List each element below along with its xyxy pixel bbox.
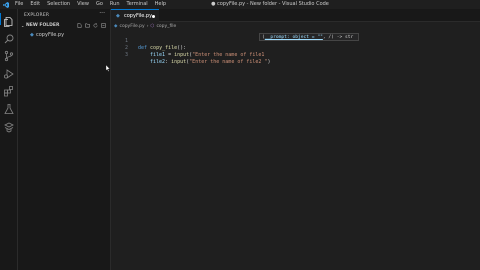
folder-header[interactable]: ⌄ NEW FOLDER: [18, 22, 110, 30]
explorer-title: EXPLORER: [24, 13, 50, 18]
breadcrumb-symbol[interactable]: copy_file: [156, 23, 176, 30]
title-bar: File Edit Selection View Go Run Terminal…: [0, 0, 480, 9]
mouse-pointer-icon: [106, 65, 110, 72]
testing-icon[interactable]: [3, 100, 15, 114]
new-folder-icon[interactable]: [85, 23, 90, 28]
editor-tabs: ◆ copyFile.py: [111, 9, 480, 22]
search-icon[interactable]: [3, 30, 15, 44]
explorer-icon[interactable]: [0, 13, 15, 27]
remote-explorer-icon[interactable]: [3, 118, 15, 133]
refresh-icon[interactable]: [93, 23, 98, 28]
line-number: 3: [124, 52, 128, 58]
function-symbol-icon: ⬡: [150, 24, 155, 29]
tab-copyfile[interactable]: ◆ copyFile.py: [111, 9, 159, 22]
file-name: copyFile.py: [36, 32, 65, 38]
code-line: 3 file2: input("Enter the name of file2 …: [111, 45, 270, 65]
activity-bar: [0, 9, 18, 270]
parameter-hint-rest: , /) -> str: [322, 35, 354, 40]
tab-label: copyFile.py: [124, 13, 153, 19]
code-line: 2 file1 = input("Enter the name of file1: [111, 38, 264, 58]
explorer-sidebar: EXPLORER ··· ⌄ NEW FOLDER ◆ copyFile.py: [18, 9, 111, 270]
python-file-icon: ◆: [30, 32, 34, 38]
collapse-all-icon[interactable]: [101, 23, 106, 28]
folder-name: NEW FOLDER: [26, 23, 60, 28]
new-file-icon[interactable]: [77, 23, 82, 28]
breadcrumb-file[interactable]: copyFile.py: [119, 23, 144, 30]
unsaved-dot-icon[interactable]: [152, 14, 155, 18]
python-file-icon: ◆: [114, 24, 118, 29]
parameter-hint-popup: (__prompt: object = "", /) -> str: [259, 33, 359, 41]
source-control-icon[interactable]: [3, 47, 15, 62]
parameter-hint-active: __prompt: object = "": [264, 35, 323, 40]
code-line: 1 def copy_file():: [111, 31, 186, 51]
breadcrumb: ◆ copyFile.py › ⬡ copy_file: [114, 23, 176, 30]
extensions-icon[interactable]: [3, 82, 15, 97]
explorer-toolbar: [77, 23, 106, 28]
file-item-copyfile[interactable]: ◆ copyFile.py: [18, 31, 110, 39]
python-file-icon: ◆: [116, 13, 120, 19]
more-actions-button[interactable]: ···: [99, 10, 105, 17]
chevron-down-icon: ⌄: [21, 23, 25, 28]
window-title: ● copyFile.py - New folder - Visual Stud…: [211, 1, 329, 7]
breadcrumb-separator: ›: [146, 24, 149, 29]
run-debug-icon[interactable]: [3, 65, 15, 79]
